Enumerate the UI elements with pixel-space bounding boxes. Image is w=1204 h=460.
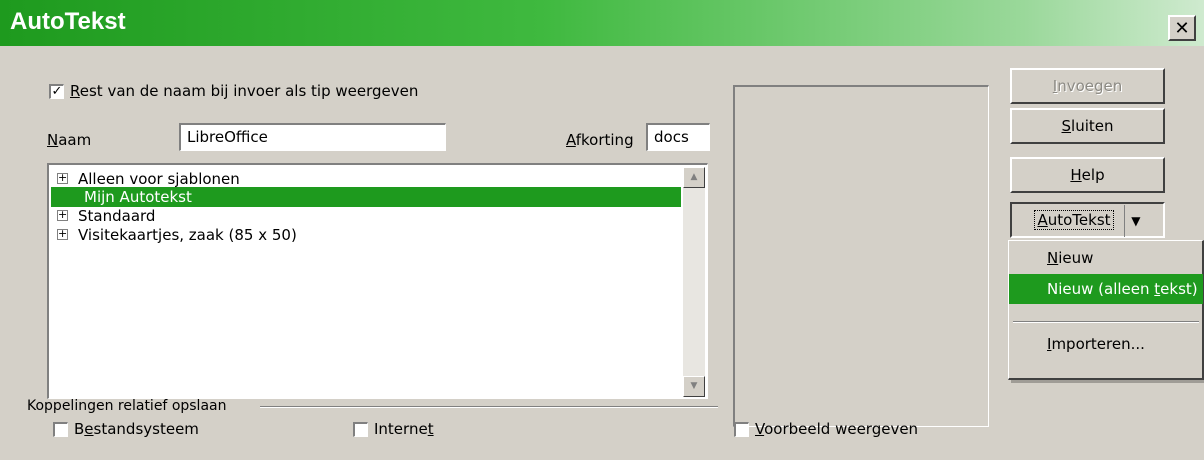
scroll-down-icon[interactable]: ▼: [683, 376, 705, 397]
shortcut-field[interactable]: docs: [646, 123, 710, 151]
insert-button[interactable]: Invoegen: [1010, 68, 1165, 104]
chevron-down-icon[interactable]: ▼: [1124, 205, 1141, 237]
preview-pane: [733, 85, 989, 427]
tip-checkbox-row[interactable]: ✓ Rest van de naam bij invoer als tip wee…: [49, 82, 418, 100]
shortcut-label: Afkorting: [566, 131, 634, 149]
filesystem-checkbox-row[interactable]: Bestandsysteem: [53, 420, 199, 438]
close-icon[interactable]: ✕: [1168, 15, 1196, 41]
preview-checkbox[interactable]: [734, 422, 749, 437]
close-button[interactable]: Sluiten: [1010, 108, 1165, 144]
tree-item[interactable]: + Standaard: [51, 206, 155, 226]
menu-separator: [1013, 321, 1199, 323]
internet-checkbox[interactable]: [353, 422, 368, 437]
tree-item-selected[interactable]: Mijn Autotekst: [51, 187, 681, 207]
menu-item-import[interactable]: Importeren...: [1009, 329, 1203, 359]
tree-item[interactable]: + Visitekaartjes, zaak (85 x 50): [51, 225, 297, 245]
autotext-dropdown-menu[interactable]: Nieuw Nieuw (alleen tekst) Importeren...: [1008, 240, 1204, 380]
name-field[interactable]: LibreOffice: [179, 123, 446, 151]
tree-item[interactable]: + Alleen voor sjablonen: [51, 169, 240, 189]
dialog-title: AutoTekst: [10, 8, 126, 35]
scroll-up-icon[interactable]: ▲: [683, 167, 705, 188]
autotext-menu-button[interactable]: AutoTekst ▼: [1010, 202, 1165, 238]
help-button[interactable]: Help: [1010, 157, 1165, 193]
tip-checkbox-label-mnemonic: R: [70, 82, 80, 100]
filesystem-checkbox[interactable]: [53, 422, 68, 437]
expand-icon[interactable]: +: [57, 209, 68, 221]
tip-checkbox[interactable]: ✓: [49, 84, 64, 99]
expand-icon[interactable]: +: [57, 228, 68, 240]
group-divider: [260, 406, 718, 408]
name-label: Naam: [47, 131, 92, 149]
preview-checkbox-row[interactable]: Voorbeeld weergeven: [734, 420, 918, 438]
links-group-title: Koppelingen relatief opslaan: [27, 398, 227, 414]
menu-item-new-text-only[interactable]: Nieuw (alleen tekst): [1009, 274, 1203, 304]
internet-checkbox-row[interactable]: Internet: [353, 420, 434, 438]
vertical-scrollbar[interactable]: ▲ ▼: [683, 167, 705, 397]
tip-checkbox-label: est van de naam bij invoer als tip weerg…: [79, 82, 419, 100]
expand-icon[interactable]: +: [57, 172, 68, 184]
category-tree[interactable]: + Alleen voor sjablonen Mijn Autotekst + S…: [47, 163, 708, 399]
menu-item-new[interactable]: Nieuw: [1009, 243, 1203, 273]
title-bar: AutoTekst ✕: [0, 0, 1204, 46]
